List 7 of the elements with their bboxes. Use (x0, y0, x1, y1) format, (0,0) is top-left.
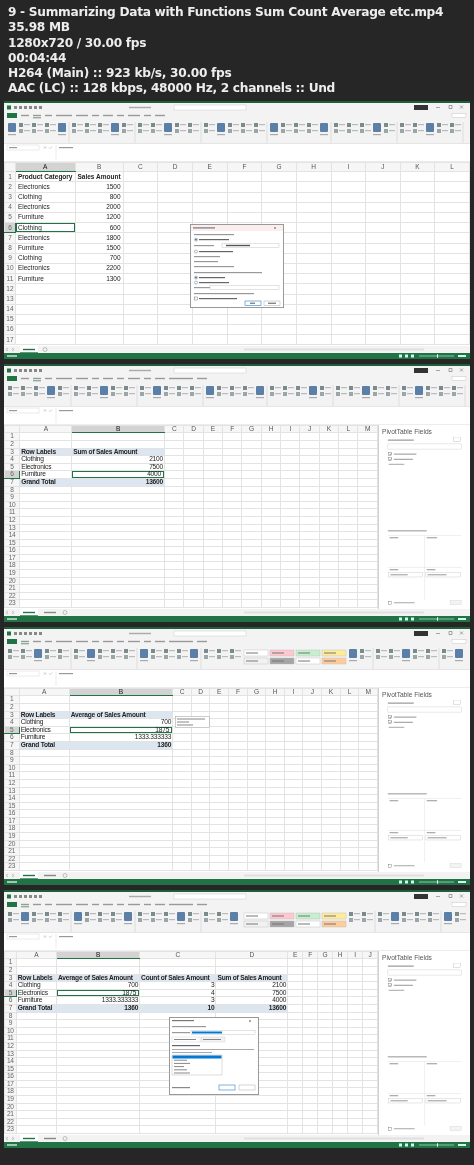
file-info-line: AAC (LC) :: 128 kbps, 48000 Hz, 2 channels :: Und (8, 81, 336, 97)
file-info-line: 35.98 MB (8, 20, 70, 36)
file-info-line: H264 (Main) :: 923 kb/s, 30.00 fps (8, 66, 232, 82)
file-info-line: 00:04:44 (8, 50, 67, 67)
tooltip-drawing (174, 716, 211, 729)
file-info-line: 1280x720 / 30.00 fps (8, 35, 147, 51)
file-info-line: 9 - Summarizing Data with Functions Sum Count Average etc.mp4 (8, 5, 444, 21)
